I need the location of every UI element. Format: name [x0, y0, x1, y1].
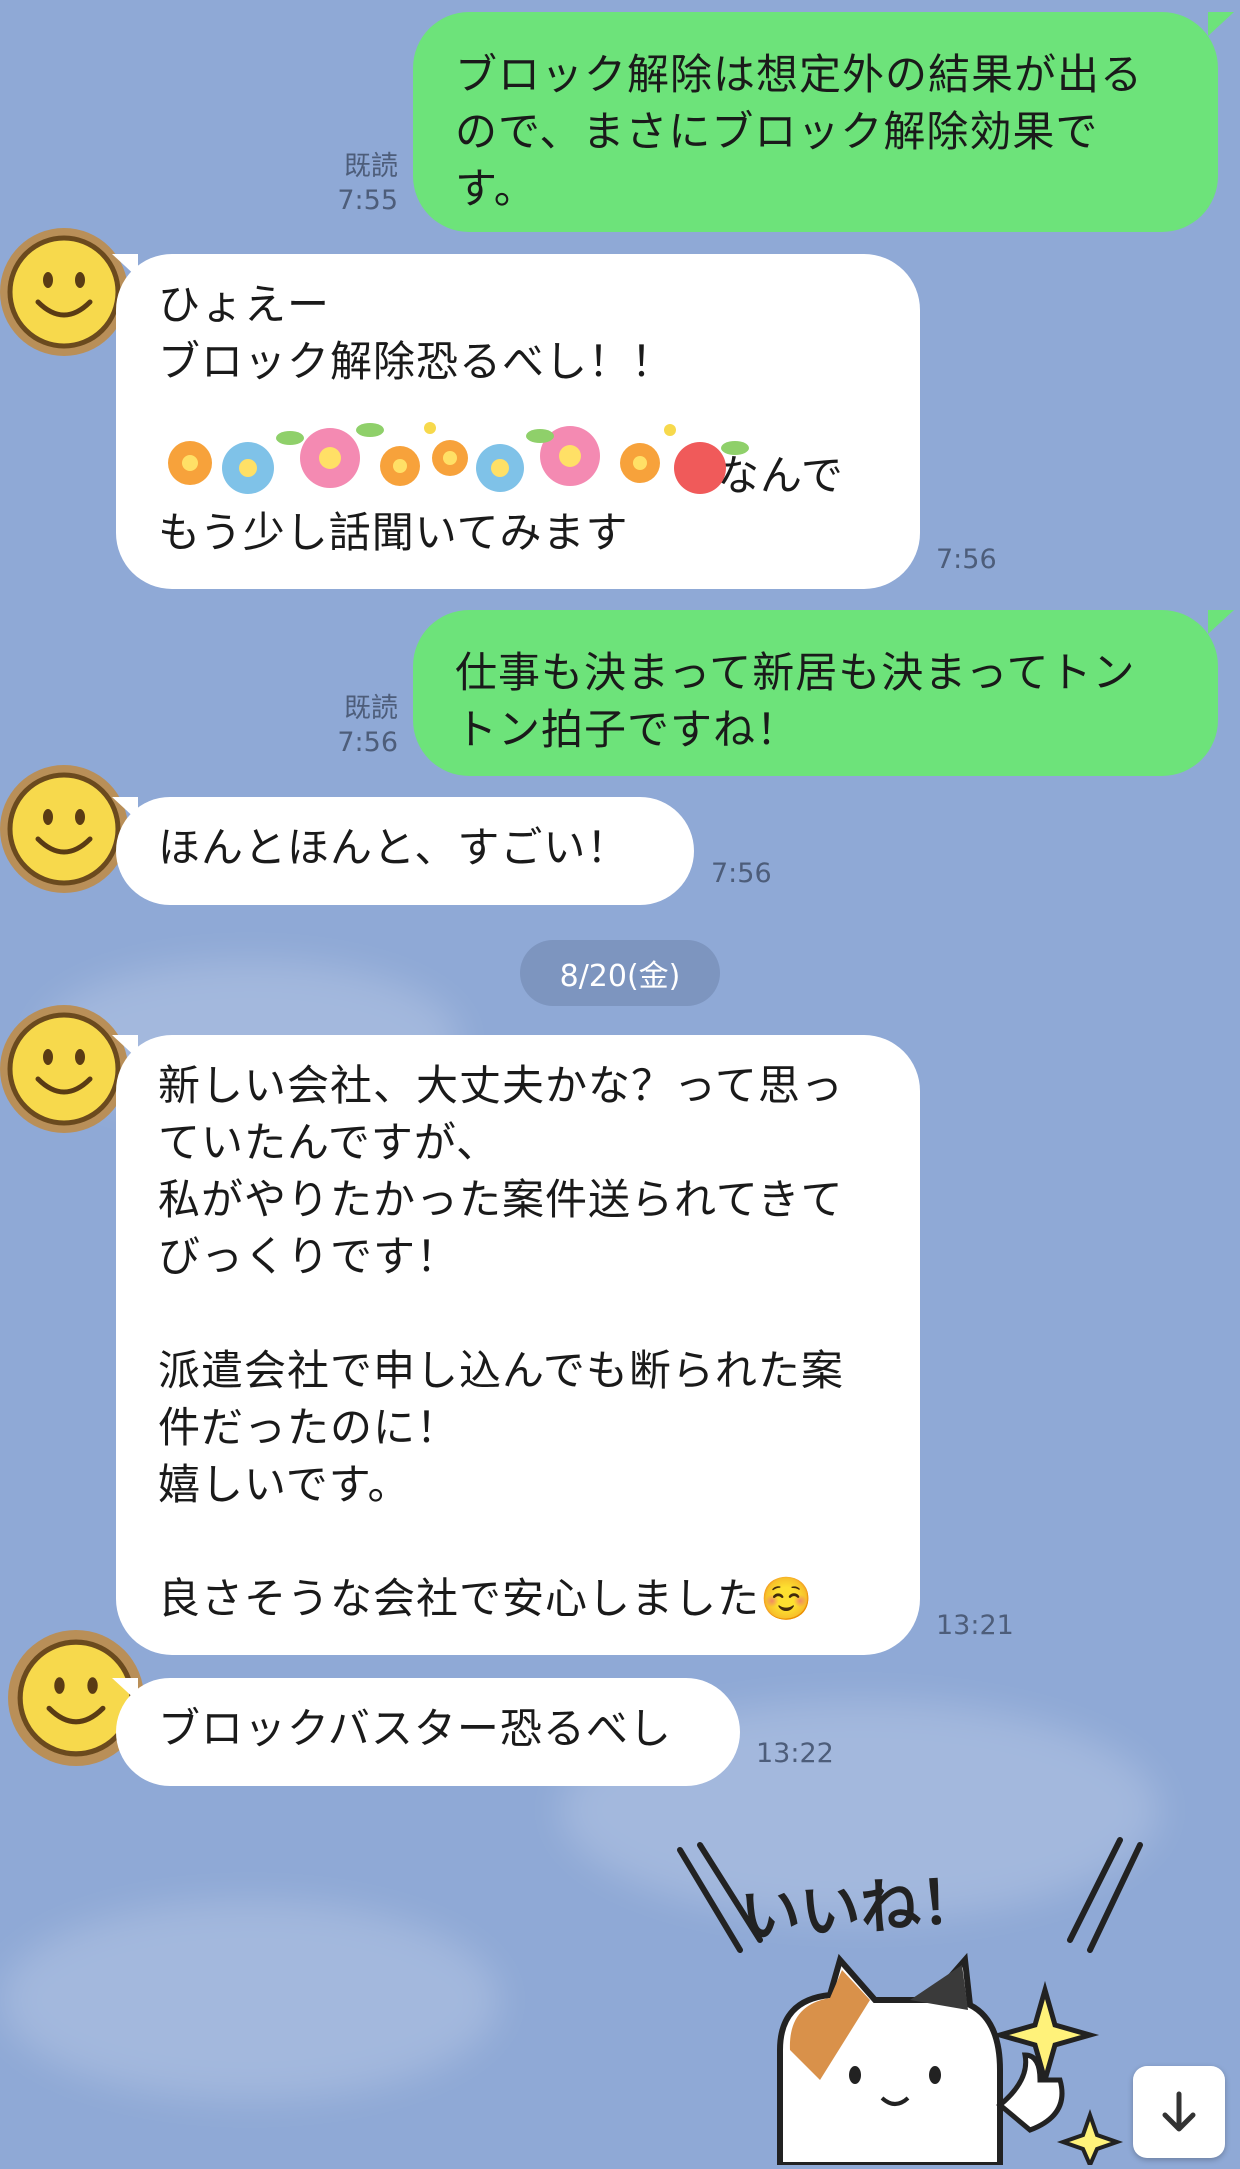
- scroll-down-button[interactable]: [1133, 2066, 1225, 2158]
- contact-avatar[interactable]: [0, 228, 128, 356]
- message-time: 13:21: [936, 1610, 1014, 1641]
- calico-cat-thumbs-up-sticker[interactable]: いいね！: [670, 1830, 1150, 2169]
- smiley-face-icon: [7, 772, 121, 886]
- message-time: 7:56: [711, 858, 772, 889]
- message-bubble-outgoing[interactable]: 仕事も決まって新居も決まってトン トン拍子ですね！: [413, 610, 1218, 776]
- flower-decoration-icon: [168, 422, 749, 494]
- bubble-tail: [1208, 12, 1234, 36]
- bubble-tail: [1208, 610, 1234, 634]
- message-time: 13:22: [756, 1738, 834, 1769]
- read-receipt: 既読 7:55: [337, 151, 398, 216]
- date-separator: 8/20(金): [520, 940, 720, 1006]
- message-bubble-incoming[interactable]: 新しい会社、大丈夫かな？って思っ ていたんですが、 私がやりたかった案件送られて…: [116, 1035, 920, 1655]
- background-cloud: [0, 1900, 500, 2100]
- contact-avatar[interactable]: [0, 1005, 128, 1133]
- smiley-face-icon: [7, 1012, 121, 1126]
- message-bubble-incoming[interactable]: ブロックバスター恐るべし: [116, 1678, 740, 1786]
- read-receipt: 既読 7:56: [337, 693, 398, 758]
- message-time: 7:56: [936, 544, 997, 575]
- smiley-face-icon: [7, 235, 121, 349]
- message-bubble-outgoing[interactable]: ブロック解除は想定外の結果が出る ので、まさにブロック解除効果で す。: [413, 12, 1218, 232]
- contact-avatar[interactable]: [0, 765, 128, 893]
- message-bubble-incoming[interactable]: ほんとほんと、すごい！: [116, 797, 694, 905]
- sticker-text: いいね！: [738, 1865, 983, 1953]
- arrow-down-icon: [1162, 2091, 1196, 2132]
